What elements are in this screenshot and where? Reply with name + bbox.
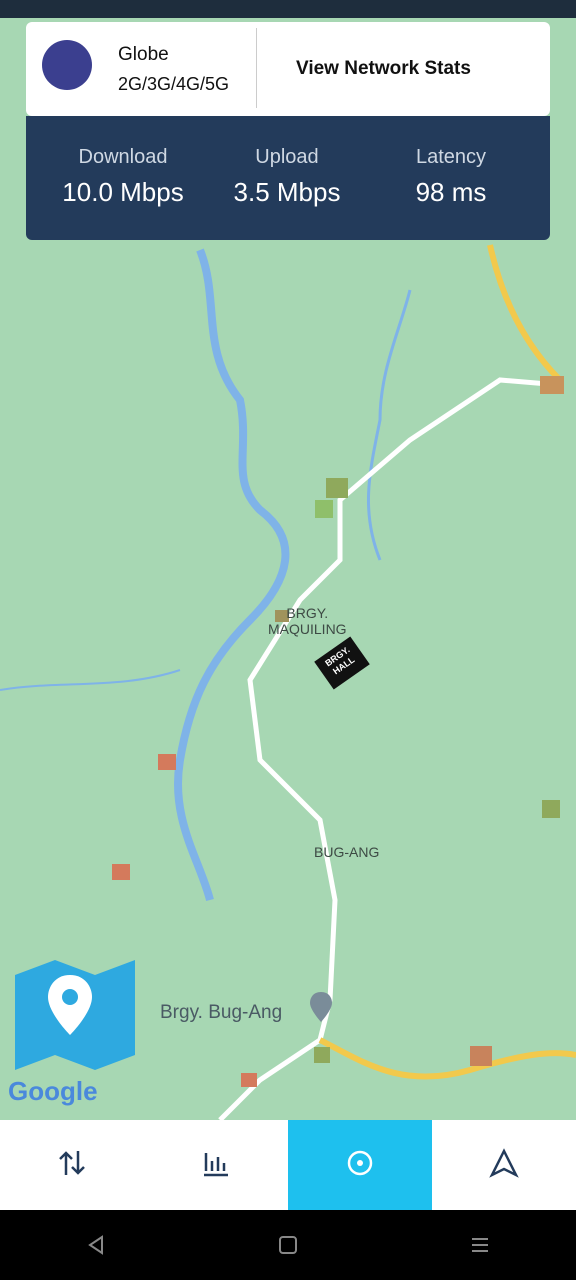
download-value: 10.0 Mbps <box>62 177 184 207</box>
battery-icon: ▮ <box>491 23 502 44</box>
navigation-arrow-icon <box>488 1147 520 1184</box>
upload-metric: Upload 3.5 Mbps <box>222 146 352 208</box>
google-logo: Google <box>8 1076 98 1107</box>
poi-brgy-bugang: Brgy. Bug-Ang <box>160 1002 283 1023</box>
nav-navigate[interactable] <box>432 1120 576 1210</box>
arrows-updown-icon <box>56 1147 88 1184</box>
map-app-icon[interactable] <box>10 955 140 1075</box>
time-text: 11:05 <box>26 22 75 44</box>
google-text: Google <box>8 1076 98 1106</box>
nav-map[interactable] <box>288 1120 432 1210</box>
view-network-stats-button[interactable]: View Network Stats <box>296 58 471 80</box>
latency-label: Latency <box>415 146 487 168</box>
vibrate-icon: ▯ <box>418 23 429 44</box>
back-icon[interactable] <box>76 1225 116 1265</box>
map-label-maquiling: BRGY. MAQUILING <box>268 605 347 637</box>
latency-metric: Latency 98 ms <box>386 146 516 208</box>
ampm-text: PM <box>80 27 100 42</box>
latency-value: 98 ms <box>415 177 487 207</box>
bottom-navigation <box>0 1120 576 1210</box>
status-right: ▯ ▂▄▆ ▮ 19% <box>418 22 550 45</box>
map-label-bugang: BUG-ANG <box>314 844 380 860</box>
home-icon[interactable] <box>268 1225 308 1265</box>
speed-panel: Download 10.0 Mbps Upload 3.5 Mbps Laten… <box>26 116 550 240</box>
battery-level: 19% <box>511 22 550 44</box>
status-bar: 11:05 PM ▯ ▂▄▆ ▮ 19% <box>0 14 576 50</box>
location-icon <box>344 1147 376 1184</box>
upload-label: Upload <box>255 146 319 168</box>
status-time: 11:05 PM <box>26 22 100 45</box>
signal-icon: ▂▄▆ <box>438 23 482 44</box>
bar-chart-icon <box>200 1147 232 1184</box>
menu-icon[interactable] <box>460 1225 500 1265</box>
location-pin-icon[interactable] <box>308 990 334 1024</box>
nav-speed-test[interactable] <box>0 1120 144 1210</box>
system-nav-bar <box>0 1210 576 1280</box>
network-generations: 2G/3G/4G/5G <box>118 74 230 94</box>
download-label: Download <box>78 146 168 168</box>
nav-stats[interactable] <box>144 1120 288 1210</box>
download-metric: Download 10.0 Mbps <box>58 146 188 208</box>
upload-value: 3.5 Mbps <box>233 177 341 207</box>
